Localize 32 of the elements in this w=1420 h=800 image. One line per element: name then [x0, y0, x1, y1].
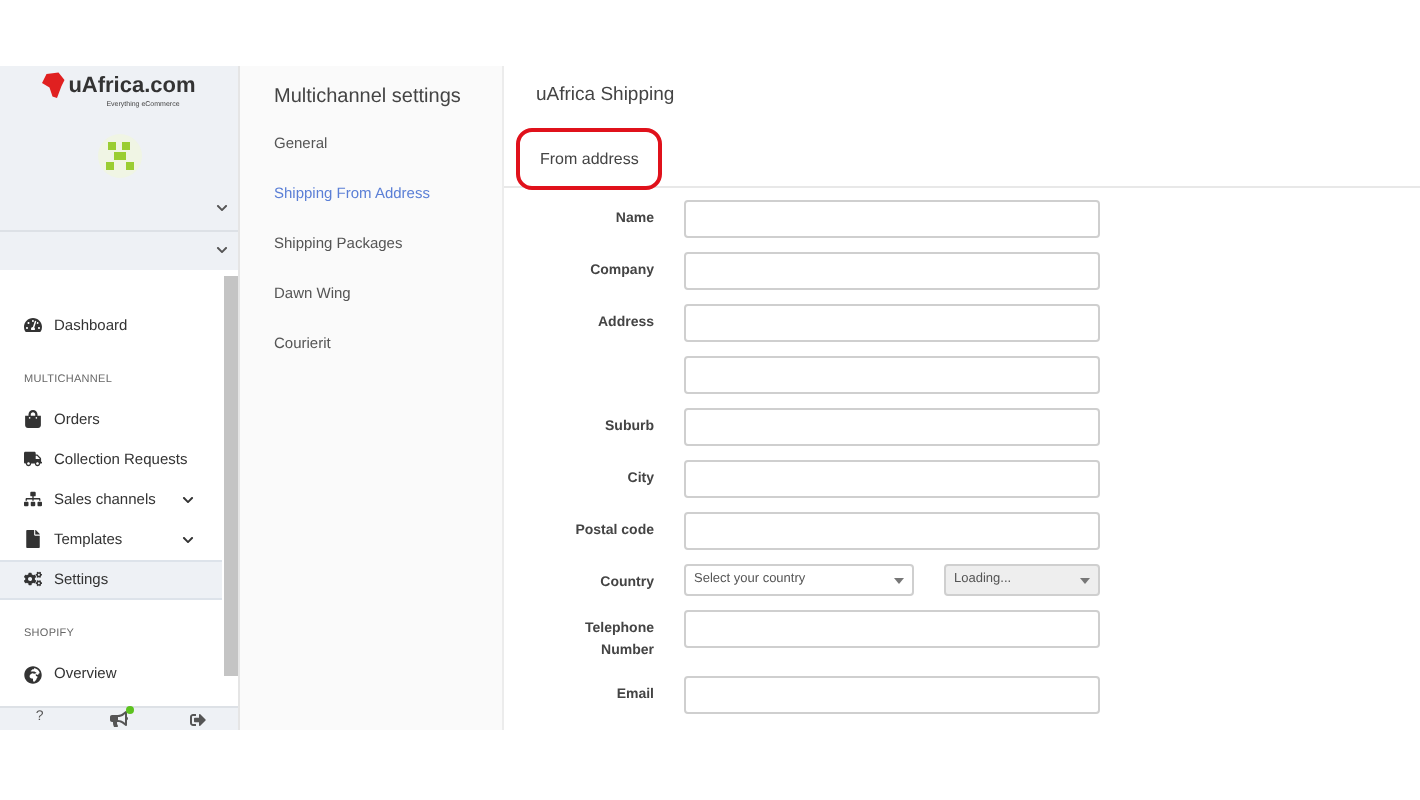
text-field[interactable] [684, 512, 1100, 551]
megaphone-icon [109, 710, 128, 728]
text-field[interactable] [684, 356, 1100, 395]
text-field[interactable] [684, 304, 1100, 343]
brand-name: uAfrica.com [68, 75, 196, 97]
caret-icon [894, 577, 904, 584]
gauge-icon [24, 316, 42, 334]
menu-title: Multichannel settings [274, 84, 463, 112]
africa-logo-icon [42, 70, 67, 102]
text-field[interactable] [684, 676, 1100, 715]
text-field[interactable] [684, 408, 1100, 447]
chevron-icon [216, 244, 228, 256]
scrollbar[interactable] [224, 276, 238, 676]
text-field[interactable] [684, 460, 1100, 499]
text-field[interactable] [684, 200, 1100, 239]
gears-icon [24, 570, 42, 589]
bag-icon [24, 410, 42, 429]
globe-icon [24, 665, 42, 683]
announcements-button[interactable] [109, 710, 128, 728]
chevron-icon [182, 493, 194, 506]
file-icon [24, 530, 42, 549]
chevron-icon [182, 533, 194, 546]
chevron-icon [216, 201, 228, 213]
text-field[interactable] [684, 252, 1100, 291]
logout-icon[interactable] [190, 711, 207, 727]
page-title: uAfrica Shipping [534, 82, 677, 110]
caret-icon [1080, 577, 1090, 584]
sitemap-icon [24, 490, 42, 509]
avatar-icon [97, 133, 141, 177]
text-field[interactable] [684, 610, 1100, 649]
from-address-tab[interactable]: From address [516, 128, 663, 191]
truck-icon [24, 450, 42, 469]
